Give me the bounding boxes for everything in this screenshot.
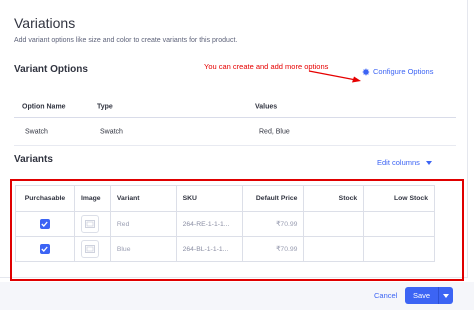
column-header-option-name: Option Name: [22, 103, 66, 110]
options-table-header: Option Name Type Values: [14, 96, 456, 118]
highlight-box: [10, 179, 464, 281]
option-name: Swatch: [25, 128, 48, 135]
cancel-button[interactable]: Cancel: [374, 291, 397, 300]
variants-title: Variants: [14, 154, 53, 165]
save-options-toggle[interactable]: [439, 293, 453, 298]
configure-options-link[interactable]: Configure Options: [362, 67, 433, 76]
configure-options-label: Configure Options: [373, 67, 434, 76]
page-title: Variations: [14, 15, 76, 31]
variations-card: Variations Add variant options like size…: [0, 0, 468, 281]
save-button[interactable]: Save: [405, 287, 453, 304]
column-header-values: Values: [255, 103, 278, 110]
options-table-row[interactable]: Swatch Swatch Red, Blue: [14, 118, 456, 146]
option-type: Swatch: [100, 128, 123, 135]
arrow-icon: [308, 70, 361, 83]
column-header-type: Type: [97, 103, 113, 110]
page-subtitle: Add variant options like size and color …: [14, 37, 238, 44]
save-label: Save: [412, 291, 431, 300]
edit-columns-label: Edit columns: [377, 158, 420, 167]
chevron-down-icon: [443, 293, 449, 298]
footer-bar: [0, 282, 474, 310]
gear-icon: [362, 68, 370, 75]
edit-columns-dropdown[interactable]: Edit columns: [377, 158, 432, 167]
option-values: Red, Blue: [259, 128, 290, 135]
variant-options-title: Variant Options: [14, 64, 88, 75]
chevron-down-icon: [425, 160, 432, 165]
